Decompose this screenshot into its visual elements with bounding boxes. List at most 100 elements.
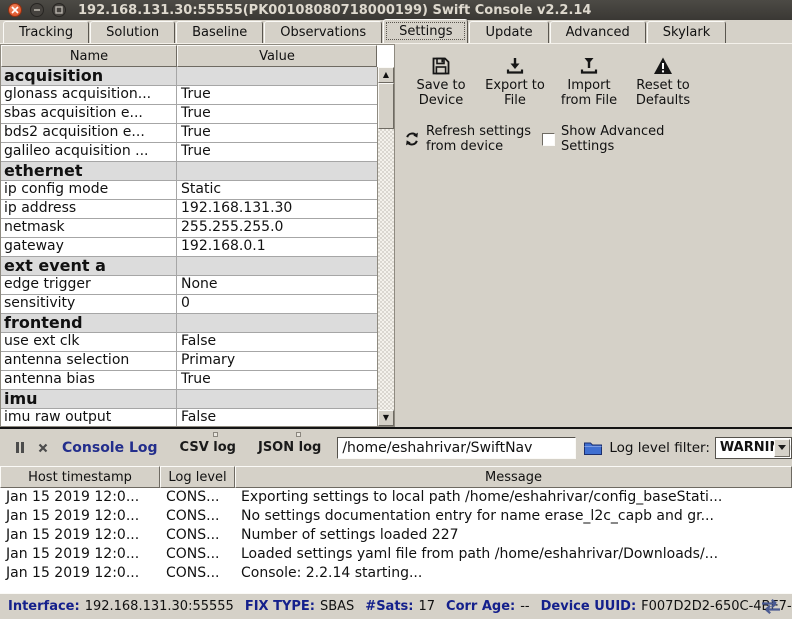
log-message-cell: Exporting settings to local path /home/e… [235,488,792,507]
setting-name-cell: use ext clk [1,333,177,351]
setting-name-cell: sbas acquisition e... [1,105,177,123]
setting-name-cell: ip config mode [1,181,177,199]
column-header-log-level[interactable]: Log level [160,466,235,488]
settings-row[interactable]: sensitivity0 [1,295,378,314]
window-maximize-button[interactable] [52,3,66,17]
log-row[interactable]: Jan 15 2019 12:0...CONS...Console: 2.2.1… [0,564,792,583]
log-directory-input[interactable] [337,437,576,459]
scrollbar-down-arrow-icon[interactable]: ▼ [378,410,394,426]
settings-row[interactable]: antenna biasTrue [1,371,378,390]
refresh-settings-button[interactable]: Refresh settings from device [426,124,540,154]
swap-arrows-icon[interactable] [758,598,784,619]
json-log-label: JSON log [258,440,321,455]
status-value: 17 [418,599,435,614]
setting-value-cell: 255.255.255.0 [177,219,378,237]
tab-baseline[interactable]: Baseline [176,21,263,43]
log-message-cell: Console: 2.2.14 starting... [235,564,792,583]
tab-observations[interactable]: Observations [264,21,382,43]
settings-row[interactable]: sbas acquisition e...True [1,105,378,124]
settings-section-row[interactable]: acquisition [1,67,378,86]
scrollbar-up-arrow-icon[interactable]: ▲ [378,67,394,83]
setting-value-cell [177,257,378,275]
tab-bar: TrackingSolutionBaselineObservationsSett… [0,20,792,44]
log-row[interactable]: Jan 15 2019 12:0...CONS...Loaded setting… [0,545,792,564]
scrollbar-thumb[interactable] [378,83,394,129]
settings-row[interactable]: ip config modeStatic [1,181,378,200]
pause-icon[interactable] [16,442,26,453]
settings-row[interactable]: ip address192.168.131.30 [1,200,378,219]
json-log-checkbox-box[interactable] [296,432,301,437]
log-row[interactable]: Jan 15 2019 12:0...CONS...No settings do… [0,507,792,526]
folder-icon[interactable] [584,441,602,455]
settings-table-header: Name Value [1,45,394,67]
setting-value-cell [177,162,378,180]
status-label: Interface: [8,599,80,614]
tab-solution[interactable]: Solution [90,21,175,43]
json-log-checkbox[interactable]: JSON log [258,440,321,455]
log-row[interactable]: Jan 15 2019 12:0...CONS...Exporting sett… [0,488,792,507]
tab-skylark[interactable]: Skylark [647,21,726,43]
settings-section-row[interactable]: frontend [1,314,378,333]
column-header-message[interactable]: Message [235,466,792,488]
setting-value-cell: Primary [177,352,378,370]
save-to-device-button[interactable]: Save to Device [404,54,478,108]
settings-row[interactable]: bds2 acquisition e...True [1,124,378,143]
csv-log-checkbox-box[interactable] [213,432,218,437]
tab-advanced[interactable]: Advanced [550,21,646,43]
close-icon[interactable] [38,443,48,453]
window-close-button[interactable] [8,3,22,17]
log-level-filter-dropdown[interactable]: WARNING [715,437,792,459]
log-row[interactable]: Jan 15 2019 12:0...CONS...Number of sett… [0,526,792,545]
settings-row[interactable]: galileo acquisition ...True [1,143,378,162]
log-timestamp-cell: Jan 15 2019 12:0... [0,526,160,545]
log-level-cell: CONS... [160,564,235,583]
settings-row[interactable]: antenna selectionPrimary [1,352,378,371]
status-value: 192.168.131.30:55555 [85,599,234,614]
export-to-file-button[interactable]: Export to File [478,54,552,108]
tab-settings[interactable]: Settings [383,19,468,43]
setting-value-cell: True [177,105,378,123]
settings-row[interactable]: edge triggerNone [1,276,378,295]
close-icon [11,6,19,14]
settings-scrollbar[interactable]: ▲ ▼ [377,67,394,426]
settings-row[interactable]: imu raw outputFalse [1,409,378,426]
reset-to-defaults-button[interactable]: Reset to Defaults [626,54,700,108]
refresh-arrows-icon[interactable] [404,131,420,147]
settings-section-row[interactable]: ext event a [1,257,378,276]
import-from-file-button[interactable]: Import from File [552,54,626,108]
status-label: Corr Age: [446,599,515,614]
settings-table: Name Value acquisitionglonass acquisitio… [0,44,395,427]
setting-value-cell: True [177,124,378,142]
setting-value-cell: Static [177,181,378,199]
setting-value-cell: 192.168.131.30 [177,200,378,218]
column-header-value[interactable]: Value [177,45,377,67]
log-timestamp-cell: Jan 15 2019 12:0... [0,488,160,507]
settings-row[interactable]: gateway192.168.0.1 [1,238,378,257]
show-advanced-label[interactable]: Show Advanced Settings [561,124,679,154]
setting-value-cell [177,390,378,408]
export-download-icon [505,54,525,76]
settings-row[interactable]: netmask255.255.255.0 [1,219,378,238]
settings-row[interactable]: glonass acquisition...True [1,86,378,105]
csv-log-label: CSV log [180,440,236,455]
setting-value-cell: 0 [177,295,378,313]
tab-tracking[interactable]: Tracking [3,21,89,43]
dropdown-button[interactable] [774,439,790,457]
log-level-cell: CONS... [160,526,235,545]
log-rows: Jan 15 2019 12:0...CONS...Exporting sett… [0,488,792,583]
setting-name-cell: glonass acquisition... [1,86,177,104]
settings-section-row[interactable]: ethernet [1,162,378,181]
csv-log-checkbox[interactable]: CSV log [180,440,236,455]
column-header-name[interactable]: Name [1,45,177,67]
settings-section-row[interactable]: imu [1,390,378,409]
settings-row[interactable]: use ext clkFalse [1,333,378,352]
tab-update[interactable]: Update [469,21,548,43]
log-level-cell: CONS... [160,507,235,526]
column-header-host-timestamp[interactable]: Host timestamp [0,466,160,488]
show-advanced-checkbox[interactable] [542,133,555,146]
import-upload-icon [579,54,599,76]
toolbar-button-row: Save to DeviceExport to FileImport from … [396,44,792,108]
window-minimize-button[interactable] [30,3,44,17]
status-label: #Sats: [365,599,413,614]
console-log-table: Host timestamp Log level Message Jan 15 … [0,466,792,593]
